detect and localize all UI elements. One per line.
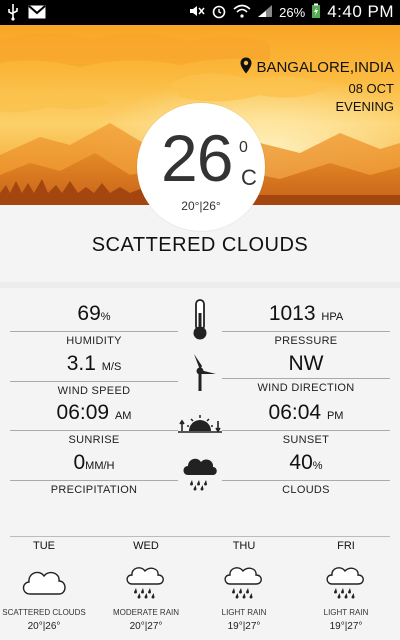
forecast-condition: MODERATE RAIN <box>112 608 180 617</box>
section-divider <box>0 282 400 288</box>
forecast-condition: LIGHT RAIN <box>323 608 369 617</box>
pressure-value: 1013 <box>268 302 316 325</box>
pressure-stat: 1013 HPA PRESSURE <box>222 302 390 347</box>
divider <box>10 430 178 431</box>
clock: 4:40 PM <box>327 2 394 21</box>
pressure-label: PRESSURE <box>274 335 338 347</box>
temperature-unit: C <box>241 165 257 190</box>
pressure-unit: HPA <box>321 311 344 323</box>
forecast-condition: LIGHT RAIN <box>221 608 267 617</box>
humidity-label: HUMIDITY <box>66 335 122 347</box>
wifi-icon <box>233 4 251 21</box>
forecast-day-name: THU <box>232 540 256 552</box>
wind-turbine-icon <box>178 350 222 394</box>
precipitation-stat: 0MM/H PRECIPITATION <box>10 451 178 496</box>
sunset-label: SUNSET <box>282 434 330 446</box>
divider <box>10 331 178 332</box>
clouds-value: 40 <box>289 451 313 474</box>
alarm-icon <box>211 3 227 22</box>
divider <box>10 480 178 481</box>
thermometer-icon <box>178 298 222 342</box>
rain-cloud-icon <box>178 449 222 493</box>
forecast-day[interactable]: THU LIGHT RAIN 19°|27° <box>194 540 294 632</box>
rain-cloud-icon <box>96 556 196 604</box>
wind-speed-label: WIND SPEED <box>57 385 131 397</box>
usb-icon <box>6 3 20 26</box>
cloud-icon <box>0 556 94 604</box>
wind-speed-stat: 3.1 M/S WIND SPEED <box>10 352 178 397</box>
precipitation-unit: MM/H <box>85 460 115 472</box>
sunrise-stat: 06:09 AM SUNRISE <box>10 401 178 446</box>
divider <box>10 381 178 382</box>
precipitation-label: PRECIPITATION <box>50 484 138 496</box>
wind-direction-value: NW <box>288 352 324 375</box>
status-bar: 26% 4:40 PM <box>0 0 400 25</box>
current-condition: SCATTERED CLOUDS <box>91 234 309 256</box>
sunrise-value: 06:09 <box>56 401 110 424</box>
humidity-stat: 69% HUMIDITY <box>10 302 178 347</box>
wind-speed-value: 3.1 <box>66 352 96 375</box>
signal-icon <box>257 4 273 21</box>
sunset-stat: 06:04 PM SUNSET <box>222 401 390 446</box>
degree-symbol: 0 <box>239 139 248 156</box>
clouds-label: CLOUDS <box>282 484 330 496</box>
divider <box>222 480 390 481</box>
wind-speed-unit: M/S <box>101 361 122 373</box>
forecast-strip: TUE SCATTERED CLOUDS 20°|26° WED MODERAT… <box>0 540 400 640</box>
temperature-range: 20°|26° <box>181 199 221 213</box>
clouds-stat: 40% CLOUDS <box>222 451 390 496</box>
current-temperature: 26 <box>161 121 233 195</box>
humidity-unit: % <box>100 311 111 323</box>
battery-charging-icon <box>311 3 321 22</box>
forecast-range: 20°|26° <box>27 621 61 632</box>
precipitation-value: 0 <box>73 451 86 474</box>
mute-icon <box>189 4 205 21</box>
forecast-condition: SCATTERED CLOUDS <box>2 608 86 617</box>
sunrise-sunset-icon <box>178 400 222 444</box>
forecast-range: 20°|27° <box>129 621 163 632</box>
forecast-range: 19°|27° <box>329 621 363 632</box>
divider <box>222 378 390 379</box>
clouds-unit: % <box>312 460 323 472</box>
city-name: BANGALORE,INDIA <box>256 59 394 76</box>
temperature-badge: 26 0 C 20°|26° <box>137 103 265 231</box>
time-of-day-label: EVENING <box>335 99 394 114</box>
divider <box>222 331 390 332</box>
rain-cloud-icon <box>194 556 294 604</box>
date-label: 08 OCT <box>348 81 394 96</box>
forecast-day[interactable]: WED MODERATE RAIN 20°|27° <box>96 540 196 632</box>
sunrise-label: SUNRISE <box>68 434 120 446</box>
wind-direction-stat: NW WIND DIRECTION <box>222 352 390 394</box>
forecast-day[interactable]: TUE SCATTERED CLOUDS 20°|26° <box>0 540 94 632</box>
location-block: BANGALORE,INDIA 08 OCT EVENING <box>240 57 394 114</box>
forecast-day[interactable]: FRI LIGHT RAIN 19°|27° <box>296 540 396 632</box>
location-pin-icon <box>240 57 252 78</box>
sunrise-unit: AM <box>114 410 132 422</box>
sunset-value: 06:04 <box>268 401 322 424</box>
gmail-icon <box>28 5 46 24</box>
forecast-day-name: WED <box>133 540 159 552</box>
battery-percent: 26% <box>279 4 306 20</box>
divider <box>222 430 390 431</box>
rain-cloud-icon <box>296 556 396 604</box>
forecast-day-name: TUE <box>33 540 55 552</box>
forecast-range: 19°|27° <box>227 621 261 632</box>
forecast-day-name: FRI <box>337 540 355 552</box>
humidity-value: 69 <box>77 302 101 325</box>
forecast-divider <box>10 536 390 537</box>
wind-direction-label: WIND DIRECTION <box>257 382 355 394</box>
sunset-unit: PM <box>326 410 344 422</box>
